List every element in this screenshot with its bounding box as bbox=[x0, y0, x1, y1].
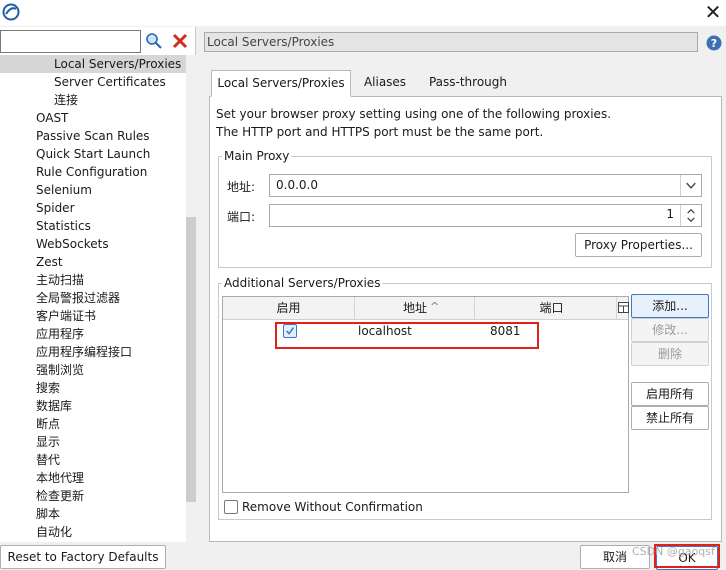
edit-button[interactable]: 修改... bbox=[631, 318, 709, 342]
description-line-1: Set your browser proxy setting using one… bbox=[216, 107, 612, 121]
port-label: 端口: bbox=[227, 210, 256, 224]
tree-item-global-alert-filters[interactable]: 全局警报过滤器 bbox=[36, 289, 120, 307]
remove-without-confirmation-checkbox[interactable] bbox=[224, 500, 238, 514]
address-select[interactable] bbox=[269, 174, 702, 197]
help-icon[interactable]: ? bbox=[706, 35, 722, 51]
tree-item-api[interactable]: 应用程序编程接口 bbox=[36, 343, 132, 361]
tree-item-statistics[interactable]: Statistics bbox=[36, 217, 91, 235]
main-proxy-title: Main Proxy bbox=[222, 149, 292, 163]
tab-bar: Local Servers/Proxies Aliases Pass-throu… bbox=[209, 70, 722, 97]
add-button[interactable]: 添加... bbox=[631, 294, 709, 318]
tree-item-local-proxy[interactable]: 本地代理 bbox=[36, 469, 84, 487]
tree-item-server-certificates[interactable]: Server Certificates bbox=[54, 73, 166, 91]
tree-item-forced-browse[interactable]: 强制浏览 bbox=[36, 361, 84, 379]
delete-button[interactable]: 删除 bbox=[631, 342, 709, 366]
highlight-annotation bbox=[275, 322, 539, 349]
app-logo-icon bbox=[2, 3, 20, 21]
tree-item-automation[interactable]: 自动化 bbox=[36, 523, 72, 541]
tree-item-search[interactable]: 搜索 bbox=[36, 379, 60, 397]
tree-item-display[interactable]: 显示 bbox=[36, 433, 60, 451]
tree-item-spider[interactable]: Spider bbox=[36, 199, 75, 217]
sort-ascending-icon: ^ bbox=[430, 300, 440, 313]
tree-item-active-scan[interactable]: 主动扫描 bbox=[36, 271, 84, 289]
tree-item-check-updates[interactable]: 检查更新 bbox=[36, 487, 84, 505]
close-window-button[interactable]: ✕ bbox=[700, 0, 726, 26]
additional-servers-title: Additional Servers/Proxies bbox=[222, 276, 383, 290]
tab-pass-through[interactable]: Pass-through bbox=[423, 70, 513, 97]
tree-item-selenium[interactable]: Selenium bbox=[36, 181, 92, 199]
title-bar bbox=[0, 0, 726, 26]
column-header-port[interactable]: 端口 bbox=[487, 297, 617, 320]
options-tree-panel: Local Servers/Proxies Server Certificate… bbox=[0, 27, 196, 542]
tree-item-zest[interactable]: Zest bbox=[36, 253, 63, 271]
column-header-enabled[interactable]: 启用 bbox=[223, 297, 355, 320]
reset-defaults-button[interactable]: Reset to Factory Defaults bbox=[0, 545, 166, 569]
tree-item-connection[interactable]: 连接 bbox=[54, 91, 78, 109]
tree-item-client-certificate[interactable]: 客户端证书 bbox=[36, 307, 96, 325]
column-header-address[interactable]: 地址 bbox=[355, 297, 475, 320]
tree-item-local-servers[interactable]: Local Servers/Proxies bbox=[0, 55, 186, 73]
tree-item-oast[interactable]: OAST bbox=[36, 109, 68, 127]
tab-local-servers-proxies[interactable]: Local Servers/Proxies bbox=[211, 70, 351, 97]
enable-all-button[interactable]: 启用所有 bbox=[631, 382, 709, 406]
column-chooser-icon[interactable] bbox=[618, 302, 629, 313]
clear-search-icon[interactable] bbox=[171, 32, 189, 50]
tree-item-replacer[interactable]: 替代 bbox=[36, 451, 60, 469]
spinner-arrows-icon[interactable] bbox=[680, 205, 701, 226]
proxy-properties-button[interactable]: Proxy Properties... bbox=[575, 233, 702, 257]
tree-search-input[interactable] bbox=[0, 30, 141, 53]
panel-title: Local Servers/Proxies bbox=[204, 32, 698, 52]
address-value: 0.0.0.0 bbox=[276, 178, 318, 192]
tree-item-applications[interactable]: 应用程序 bbox=[36, 325, 84, 343]
tab-aliases[interactable]: Aliases bbox=[355, 70, 415, 97]
description-line-2: The HTTP port and HTTPS port must be the… bbox=[216, 125, 544, 139]
svg-text:?: ? bbox=[711, 37, 717, 50]
options-tree: Local Servers/Proxies Server Certificate… bbox=[0, 55, 186, 542]
remove-without-confirmation-label[interactable]: Remove Without Confirmation bbox=[242, 500, 423, 514]
tree-scrollbar-thumb[interactable] bbox=[186, 217, 196, 502]
disable-all-button[interactable]: 禁止所有 bbox=[631, 406, 709, 430]
watermark: CSDN @gaoqsf bbox=[632, 545, 715, 558]
tree-item-scripts[interactable]: 脚本 bbox=[36, 505, 60, 523]
tree-item-database[interactable]: 数据库 bbox=[36, 397, 72, 415]
tree-item-quick-start[interactable]: Quick Start Launch bbox=[36, 145, 150, 163]
port-value: 1 bbox=[666, 207, 674, 221]
search-icon[interactable] bbox=[145, 32, 163, 50]
tree-item-breakpoints[interactable]: 断点 bbox=[36, 415, 60, 433]
tree-item-websockets[interactable]: WebSockets bbox=[36, 235, 109, 253]
chevron-down-icon[interactable] bbox=[680, 175, 701, 196]
address-label: 地址: bbox=[227, 180, 256, 194]
tree-item-passive-scan-rules[interactable]: Passive Scan Rules bbox=[36, 127, 150, 145]
tree-item-rule-configuration[interactable]: Rule Configuration bbox=[36, 163, 147, 181]
